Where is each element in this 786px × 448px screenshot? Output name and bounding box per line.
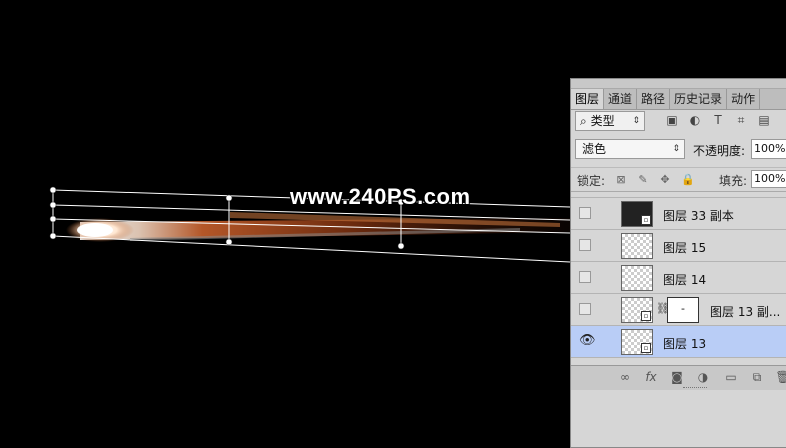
visibility-toggle[interactable]	[579, 207, 591, 219]
tab-history[interactable]: 历史记录	[670, 89, 728, 109]
link-icon[interactable]: ∞	[617, 370, 633, 384]
opacity-label: 不透明度:	[693, 144, 746, 158]
smart-object-icon: ▫	[641, 311, 651, 321]
blend-mode-value: 滤色	[582, 142, 607, 156]
layer-row[interactable]: 图层 14	[571, 262, 786, 294]
visibility-toggle[interactable]	[579, 303, 591, 315]
smart-object-icon: ▫	[641, 215, 651, 225]
filter-kind-select[interactable]: ⌕ 类型 ⇕	[575, 111, 645, 131]
lock-label: 锁定:	[577, 174, 606, 188]
layer-thumbnail	[621, 233, 653, 259]
layer-thumbnail	[621, 265, 653, 291]
tab-paths[interactable]: 路径	[637, 89, 671, 109]
layer-mask-thumbnail[interactable]: -	[667, 297, 699, 323]
layer-name[interactable]: 图层 13 副...	[710, 303, 780, 320]
smart-object-filter-icon[interactable]: ▤	[758, 114, 770, 126]
layer-name[interactable]: 图层 13	[663, 335, 706, 352]
tab-channels[interactable]: 通道	[604, 89, 638, 109]
watermark-text: www.240PS.com	[290, 184, 471, 209]
fill-label: 填充:	[719, 174, 748, 188]
fill-input[interactable]: 100%	[751, 170, 786, 188]
layer-list[interactable]: ▫ 图层 33 副本 图层 15 图层 14 ▫ ⛓ - 图层 13 副... …	[571, 191, 786, 366]
blend-row: 滤色 ⇕ 不透明度: 100%	[571, 137, 786, 163]
tab-layers[interactable]: 图层	[571, 89, 605, 109]
layer-row[interactable]: 图层 15	[571, 230, 786, 262]
fx-icon[interactable]: fx	[643, 370, 659, 384]
adjustment-icon[interactable]: ◑	[695, 370, 711, 384]
smart-object-icon: ▫	[641, 343, 651, 353]
lock-row: 锁定: ⊠ ✎ ✥ 🔒 填充: 100%	[571, 167, 786, 190]
layer-row[interactable]: ▫ 图层 33 副本	[571, 198, 786, 230]
layer-name[interactable]: 图层 33 副本	[663, 207, 734, 224]
chevron-updown-icon: ⇕	[632, 116, 640, 126]
layer-row-selected[interactable]: 👁 ▫ 图层 13	[571, 326, 786, 358]
mask-icon[interactable]: ◙	[669, 370, 685, 384]
shape-filter-icon[interactable]: ⌗	[735, 114, 747, 126]
lock-all-icon[interactable]: 🔒	[681, 173, 695, 186]
lock-position-icon[interactable]: ✥	[659, 173, 671, 186]
folder-icon[interactable]: ▭	[723, 370, 739, 384]
layer-row-partial[interactable]	[571, 192, 786, 198]
tab-actions[interactable]: 动作	[727, 89, 761, 109]
lock-transparent-icon[interactable]: ⊠	[615, 173, 627, 186]
visibility-toggle[interactable]	[579, 271, 591, 283]
eye-icon[interactable]: 👁	[579, 334, 596, 347]
panel-bottom-bar: ∞ fx ◙ ◑ ▭ ⧉ 🗑	[571, 365, 786, 390]
layer-filter-row: ⌕ 类型 ⇕ ▣ ◐ T ⌗ ▤	[571, 109, 786, 135]
adjustment-filter-icon[interactable]: ◐	[689, 114, 701, 126]
trash-icon[interactable]: 🗑	[775, 370, 786, 384]
layer-row[interactable]: ▫ ⛓ - 图层 13 副...	[571, 294, 786, 326]
layer-name[interactable]: 图层 14	[663, 271, 706, 288]
blend-mode-select[interactable]: 滤色 ⇕	[575, 139, 685, 159]
opacity-input[interactable]: 100%	[751, 139, 786, 159]
new-layer-icon[interactable]: ⧉	[749, 370, 765, 385]
lock-image-icon[interactable]: ✎	[637, 173, 649, 186]
panel-tabs: 图层 通道 路径 历史记录 动作	[571, 89, 786, 110]
type-filter-icon[interactable]: T	[712, 114, 724, 126]
resize-grip[interactable]	[683, 387, 707, 390]
chevron-updown-icon: ⇕	[672, 144, 680, 154]
light-streak	[66, 212, 570, 242]
layer-name[interactable]: 图层 15	[663, 239, 706, 256]
panel-header-grip[interactable]	[571, 79, 786, 89]
image-filter-icon[interactable]: ▣	[666, 114, 678, 126]
visibility-toggle[interactable]	[579, 239, 591, 251]
search-icon: ⌕	[580, 114, 587, 128]
layers-panel: 图层 通道 路径 历史记录 动作 ⌕ 类型 ⇕ ▣ ◐ T ⌗ ▤ 滤色 ⇕ 不…	[570, 78, 786, 448]
filter-kind-label: 类型	[590, 114, 615, 128]
